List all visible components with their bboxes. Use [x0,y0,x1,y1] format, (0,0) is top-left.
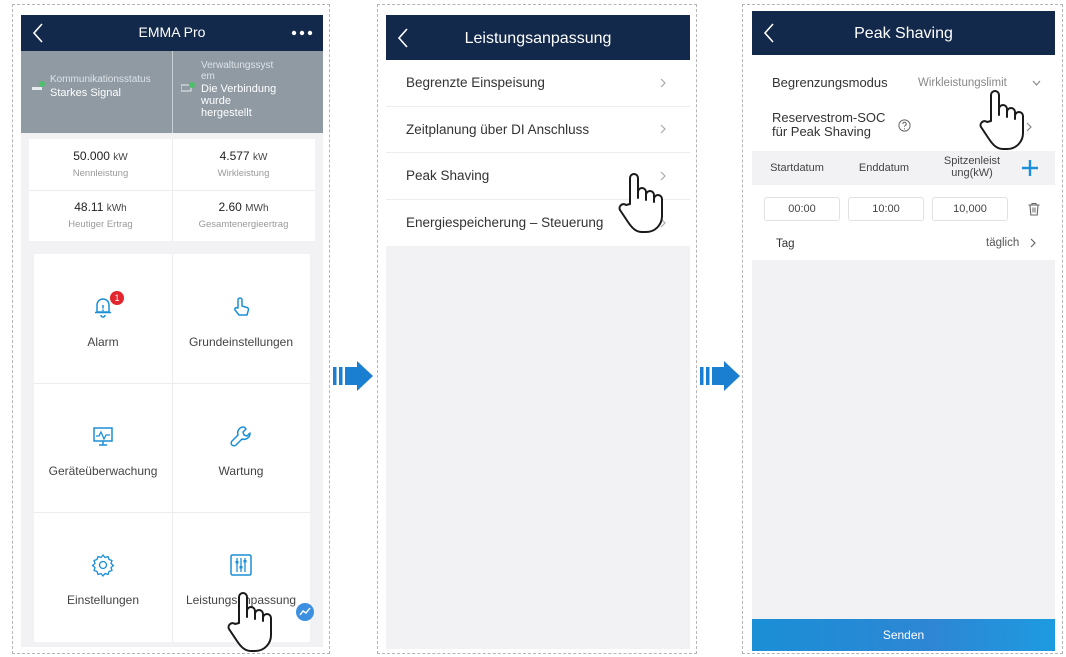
hand-cursor-icon [979,90,1024,150]
tile-alarm[interactable]: 1 Alarm [34,254,172,383]
stat-label: Wirkleistung [217,168,270,179]
comm-status-label: Kommunikationsstatus [50,74,151,85]
signal-icon [32,81,45,90]
start-time-field[interactable]: 00:00 [764,197,840,221]
menu-item-limited-feed-in[interactable]: Begrenzte Einspeisung [386,60,690,107]
tile-label: Wartung [218,464,264,478]
page-title: Leistungsanpassung [464,30,612,47]
page-title: Peak Shaving [854,25,953,42]
schedule-table-header: Startdatum Enddatum Spitzenleist ung(kW) [752,151,1055,185]
send-button[interactable]: Senden [752,619,1055,651]
column-header-peak-2: ung(kW) [951,167,993,179]
gear-icon [91,554,115,577]
comm-status-value: Starkes Signal [50,87,121,99]
stat-label: Gesamtenergieertrag [198,219,289,230]
day-label: Tag [776,238,795,250]
power-adjustment-screen: Leistungsanpassung Begrenzte Einspeisung… [386,15,690,649]
tile-label: Einstellungen [66,593,140,607]
stat-value: 48.11 [74,200,104,214]
hand-cursor-icon [618,173,663,233]
screenshot-panel-3: Peak Shaving Begrenzungsmodus Wirkleistu… [742,4,1063,654]
peak-power-field[interactable]: 10,000 [932,197,1008,221]
day-row[interactable]: Tag täglich [752,231,1055,257]
navbar: EMMA Pro [21,15,323,51]
tile-device-monitoring[interactable]: Geräteüberwachung [34,383,172,512]
stat-unit: kW [113,152,128,163]
add-row-icon[interactable] [1020,158,1040,178]
alarm-count-badge: 1 [110,291,124,305]
stats-card: 50.000 kW Nennleistung 4.577 kW Wirkleis… [29,139,315,241]
stat-label: Heutiger Ertrag [68,219,133,230]
screenshot-panel-2: Leistungsanpassung Begrenzte Einspeisung… [377,4,697,654]
stat-active-power: 4.577 kW Wirkleistung [172,139,315,190]
tile-basic-settings[interactable]: Grundeinstellungen [172,254,310,383]
tile-label: Alarm [87,335,119,349]
stat-value: 2.60 [218,200,242,214]
stat-value: 4.577 [219,149,250,163]
mgmt-status-label-1: Verwaltungssyst [201,60,274,71]
menu-item-label: Energiespeicherung – Steuerung [406,214,604,230]
page-title: EMMA Pro [138,24,206,40]
tile-label: Geräteüberwachung [48,464,158,478]
column-header-end: Enddatum [858,162,910,174]
column-header-start: Startdatum [770,162,824,174]
mgmt-status-value-1: Die Verbindung [201,83,277,95]
menu-item-label: Begrenzte Einspeisung [406,75,545,90]
delete-row-icon[interactable] [1027,202,1041,216]
stat-rated-power: 50.000 kW Nennleistung [29,139,172,190]
touch-icon [234,297,250,316]
sliders-icon [230,554,252,576]
stat-total-yield: 2.60 MWh Gesamtenergieertrag [172,190,315,241]
emma-pro-screen: EMMA Pro Kommunikationsstatus Starkes Si… [21,15,323,647]
chevron-down-icon [1032,80,1041,86]
chevron-right-icon [660,78,666,88]
menu-item-label: Peak Shaving [406,168,490,183]
more-icon[interactable] [291,30,313,36]
end-time-field[interactable]: 10:00 [848,197,924,221]
connected-icon [181,82,195,92]
monitor-icon [93,427,113,446]
navbar: Leistungsanpassung [386,15,690,60]
next-step-arrow-icon [333,361,373,391]
status-banner: Kommunikationsstatus Starkes Signal Verw… [21,51,323,133]
day-value: täglich [986,237,1020,249]
limit-mode-label: Begrenzungsmodus [772,75,888,90]
floating-chart-button[interactable] [296,603,314,621]
stat-label: Nennleistung [72,168,129,179]
menu-item-di-scheduling[interactable]: Zeitplanung über DI Anschluss [386,107,690,153]
column-header-peak-1: Spitzenleist [943,155,1001,167]
function-grid: 1 Alarm Grundeinstellungen Geräteüberwac… [34,254,310,642]
chart-icon [299,607,311,616]
stat-unit: kW [252,152,268,163]
tile-maintenance[interactable]: Wartung [172,383,310,512]
stat-daily-yield: 48.11 kWh Heutiger Ertrag [29,190,172,241]
stat-value: 50.000 [73,149,110,163]
help-icon[interactable] [898,119,911,132]
screenshot-panel-1: EMMA Pro Kommunikationsstatus Starkes Si… [12,4,330,654]
next-step-arrow-icon [700,361,740,391]
stat-unit: kWh [106,203,127,214]
navbar: Peak Shaving [752,11,1055,55]
chevron-right-icon [660,124,666,134]
management-status: Verwaltungssyst em Die Verbindung wurde … [172,51,323,133]
stat-unit: MWh [245,203,269,214]
hand-cursor-icon [227,592,272,652]
mgmt-status-value-3: hergestellt [201,107,252,119]
tile-label: Grundeinstellungen [188,335,294,349]
tile-settings[interactable]: Einstellungen [34,512,172,641]
reserve-soc-label-2: für Peak Shaving [772,124,872,139]
chevron-right-icon [1030,238,1036,248]
communication-status: Kommunikationsstatus Starkes Signal [21,51,172,133]
menu-item-label: Zeitplanung über DI Anschluss [406,121,590,137]
peak-shaving-form: Begrenzungsmodus Wirkleistungslimit Rese… [752,55,1055,260]
wrench-icon [230,426,251,447]
mgmt-status-label-2: em [201,71,215,82]
reserve-soc-label-1: Reservestrom-SOC [772,110,886,125]
mgmt-status-value-2: wurde [201,95,231,107]
